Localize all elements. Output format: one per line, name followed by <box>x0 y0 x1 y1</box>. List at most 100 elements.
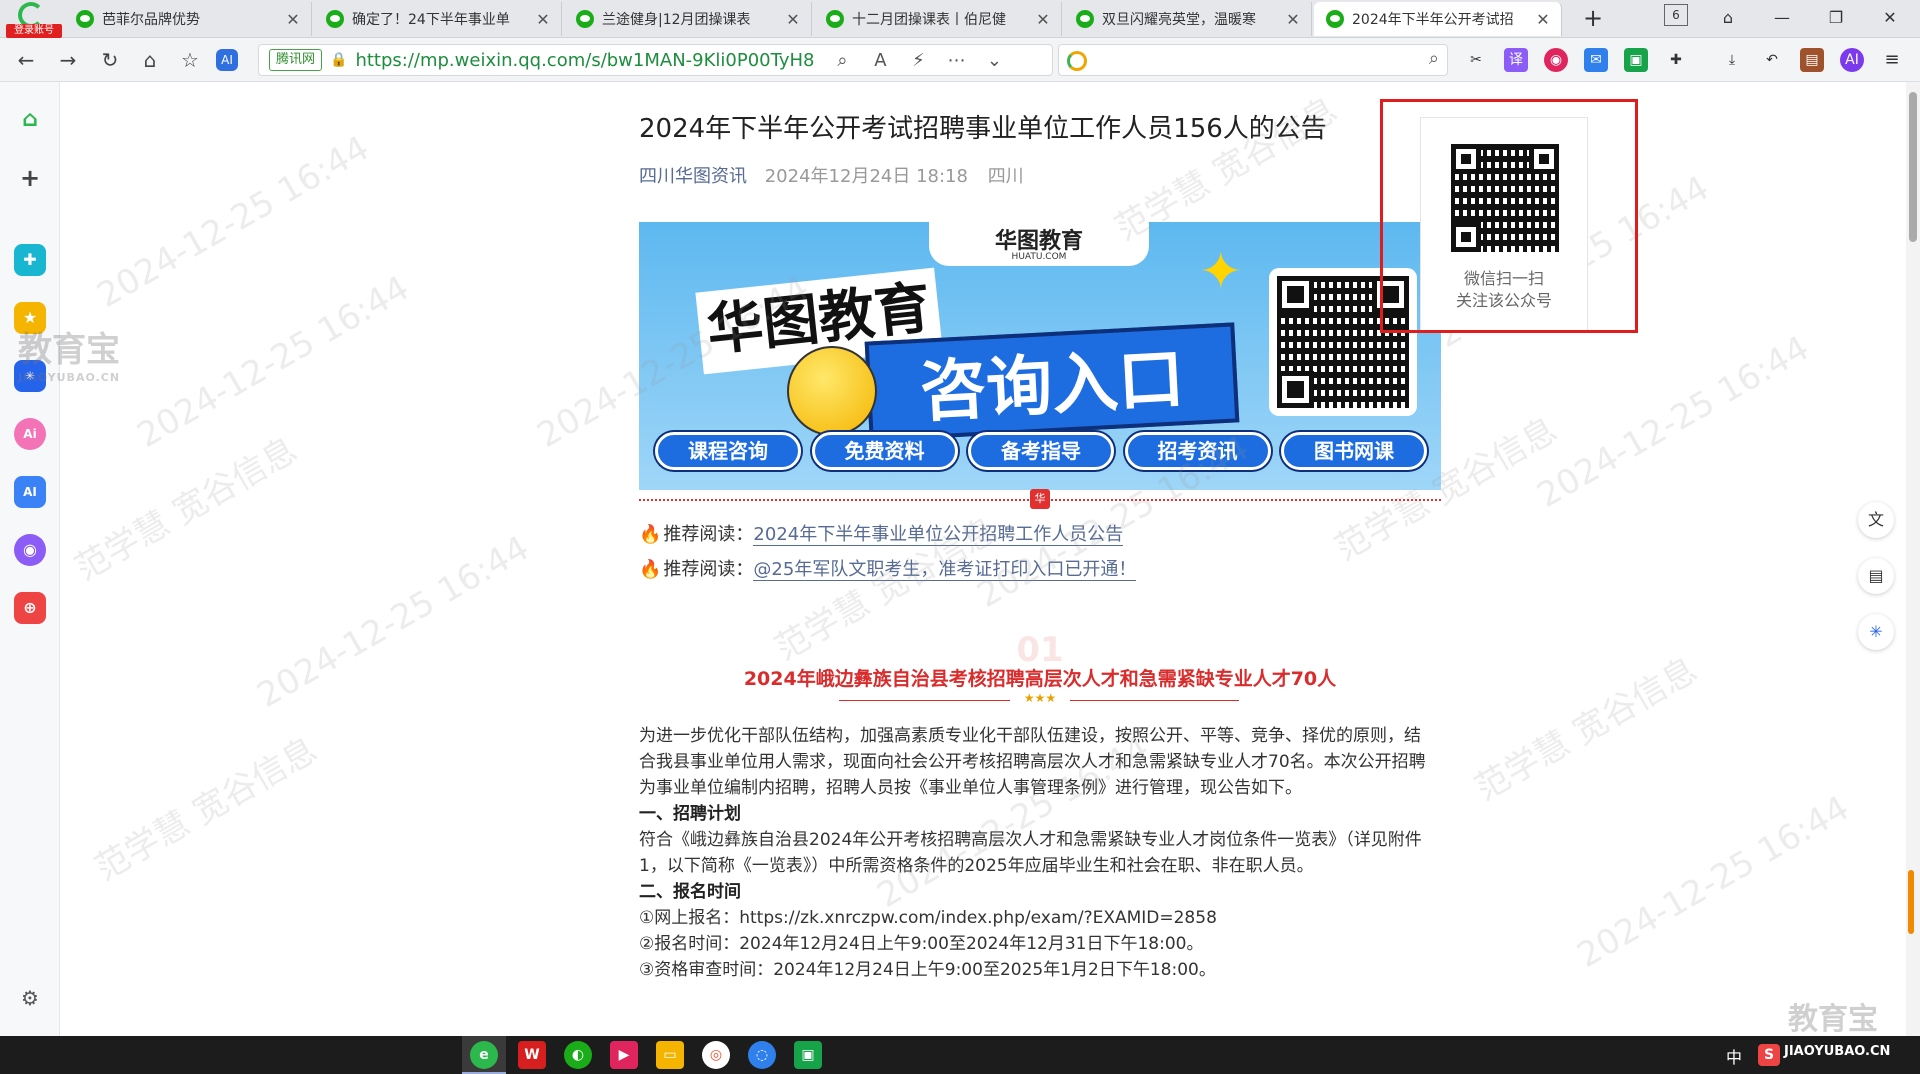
banner-button[interactable]: 图书网课 <box>1281 432 1427 470</box>
banner-button[interactable]: 备考指导 <box>968 432 1114 470</box>
more-icon[interactable]: ⋯ <box>945 50 967 71</box>
cert-badge[interactable]: 腾讯网 <box>269 49 323 71</box>
url-text[interactable]: https://mp.weixin.qq.com/s/bw1MAN-9Kli0P… <box>355 50 815 71</box>
address-bar[interactable]: 腾讯网 🔒 https://mp.weixin.qq.com/s/bw1MAN-… <box>258 44 1053 76</box>
screen-app-icon[interactable]: ▣ <box>794 1041 822 1069</box>
bot-icon[interactable]: ◉ <box>14 534 46 566</box>
folder-icon[interactable]: ▭ <box>656 1041 684 1069</box>
tab-close-icon[interactable]: ✕ <box>785 10 801 29</box>
undo-icon[interactable]: ↶ <box>1760 48 1784 72</box>
emoji-icon <box>787 346 877 436</box>
tab-close-icon[interactable]: ✕ <box>1285 10 1301 29</box>
browser-tab-active[interactable]: 2024年下半年公开考试招 ✕ <box>1314 2 1562 36</box>
read-aloud-icon[interactable]: A <box>869 50 891 71</box>
gear-icon[interactable]: ⚙ <box>14 982 46 1014</box>
browser-tab[interactable]: 十二月团操课表丨伯尼健 ✕ <box>814 2 1062 36</box>
skin-icon[interactable]: ⌂ <box>1710 4 1746 32</box>
extensions-icon[interactable]: ✚ <box>1664 48 1688 72</box>
ai-app-icon[interactable]: AI <box>14 476 46 508</box>
minimize-button[interactable]: — <box>1764 4 1800 32</box>
browser-tab[interactable]: 芭菲尔品牌优势 ✕ <box>64 2 312 36</box>
wechat-icon <box>76 10 94 28</box>
recommend-link[interactable]: 2024年下半年事业单位公开招聘工作人员公告 <box>753 524 1124 546</box>
recommend-item: 🔥 推荐阅读：2024年下半年事业单位公开招聘工作人员公告 <box>639 524 1124 546</box>
ai-assistant-icon[interactable]: AI <box>216 49 238 71</box>
forward-icon[interactable]: → <box>54 46 82 74</box>
search-box[interactable]: ⌕ <box>1058 44 1448 76</box>
sparkle-icon: ✦ <box>1199 242 1243 302</box>
speed-icon[interactable]: ⚡ <box>907 50 929 71</box>
chevron-down-icon[interactable]: ⌄ <box>983 50 1005 71</box>
account-name[interactable]: 四川华图资讯 <box>639 166 747 187</box>
watermark: 2024-12-25 16:44 <box>250 528 536 716</box>
banner-headline-2: 咨询入口 <box>864 322 1240 442</box>
highlight-box <box>1380 99 1638 333</box>
menu-icon[interactable]: ≡ <box>1880 48 1904 72</box>
article-title: 2024年下半年公开考试招聘事业单位工作人员156人的公告 <box>639 114 1327 144</box>
recommend-link[interactable]: @25年军队文职考生，准考证打印入口已开通！ <box>753 559 1137 581</box>
translate-icon[interactable]: 译 <box>1504 48 1528 72</box>
publish-time: 2024年12月24日 18:18 <box>764 166 968 187</box>
banner-image[interactable]: 华图教育 HUATU.COM 华图教育 咨询入口 ✦ 课程咨询 免费资料 备考指… <box>639 222 1441 490</box>
reload-icon[interactable]: ↻ <box>96 46 124 74</box>
new-tab-button[interactable]: + <box>1578 4 1608 34</box>
browser-tab[interactable]: 兰途健身|12月团操课表 ✕ <box>564 2 812 36</box>
wps-icon[interactable]: W <box>518 1041 546 1069</box>
tab-close-icon[interactable]: ✕ <box>1035 10 1051 29</box>
banner-button[interactable]: 课程咨询 <box>655 432 801 470</box>
favorites-icon[interactable]: ☆ <box>176 46 204 74</box>
watermark: 范学慧 宽谷信息 <box>1468 650 1704 810</box>
banner-button[interactable]: 免费资料 <box>811 432 958 470</box>
mail-icon[interactable]: ✉ <box>1584 48 1608 72</box>
tab-close-icon[interactable]: ✕ <box>285 10 301 29</box>
browser-taskbar-icon[interactable]: e <box>470 1041 498 1069</box>
search-app-icon[interactable]: ◌ <box>748 1041 776 1069</box>
home-icon[interactable]: ⌂ <box>14 104 46 136</box>
wechat-taskbar-icon[interactable]: ◐ <box>564 1041 592 1069</box>
home-icon[interactable]: ⌂ <box>136 46 164 74</box>
app-icon-cyan[interactable]: ✚ <box>14 244 46 276</box>
banner-button[interactable]: 招考资讯 <box>1124 432 1271 470</box>
reader-icon[interactable]: ▣ <box>1624 48 1648 72</box>
game-icon[interactable]: ⊕ <box>14 592 46 624</box>
ai-icon[interactable]: Ai <box>14 418 46 450</box>
tab-count-icon[interactable]: 6 <box>1664 4 1688 26</box>
chrome-icon[interactable]: ◎ <box>702 1041 730 1069</box>
browser-logo[interactable]: 登录账号 <box>6 2 62 38</box>
scrollbar-thumb[interactable] <box>1909 92 1917 242</box>
reader-float-icon[interactable]: ▤ <box>1858 558 1894 594</box>
tab-title: 兰途健身|12月团操课表 <box>602 12 751 28</box>
watermark: 2024-12-25 16:44 <box>1570 788 1856 976</box>
translate-float-icon[interactable]: 文 <box>1858 502 1894 538</box>
maximize-button[interactable]: ❐ <box>1818 4 1854 32</box>
tab-title: 2024年下半年公开考试招 <box>1352 12 1514 28</box>
login-badge[interactable]: 登录账号 <box>6 24 62 38</box>
tab-title: 十二月团操课表丨伯尼健 <box>852 12 1006 28</box>
brand-logo: 华图教育 HUATU.COM <box>929 222 1149 266</box>
close-window-button[interactable]: ✕ <box>1872 4 1908 32</box>
tab-close-icon[interactable]: ✕ <box>1535 10 1551 29</box>
site-logo-watermark: 教育宝 <box>1788 1002 1878 1037</box>
fire-icon: 🔥 <box>639 559 662 580</box>
wechat-icon <box>826 10 844 28</box>
sogou-icon[interactable]: S <box>1758 1044 1780 1066</box>
page-content: 2024年下半年公开考试招聘事业单位工作人员156人的公告 四川华图资讯 202… <box>18 82 1920 1037</box>
toolbox-icon[interactable]: ▤ <box>1800 48 1824 72</box>
tab-close-icon[interactable]: ✕ <box>535 10 551 29</box>
download-icon[interactable]: ⤓ <box>1720 48 1744 72</box>
back-icon[interactable]: ← <box>12 46 40 74</box>
section-title: 2024年峨边彝族自治县考核招聘高层次人才和急需紧缺专业人才70人 <box>743 668 1337 690</box>
network-float-icon[interactable]: ✳ <box>1858 614 1894 650</box>
search-icon[interactable]: ⌕ <box>1429 48 1439 69</box>
ai-chat-icon[interactable]: AI <box>1840 48 1864 72</box>
paragraph-line: ③资格审查时间：2024年12月24日上午9:00至2025年1月2日下午18:… <box>639 960 1216 980</box>
screenshot-icon[interactable]: ✂ <box>1464 48 1488 72</box>
app-taskbar-icon[interactable]: ▶ <box>610 1041 638 1069</box>
weibo-icon[interactable]: ◉ <box>1544 48 1568 72</box>
add-icon[interactable]: + <box>14 162 46 194</box>
ime-indicator[interactable]: 中 <box>1726 1044 1742 1068</box>
browser-tab[interactable]: 确定了！24下半年事业单 ✕ <box>314 2 562 36</box>
watermark: 范学慧 宽谷信息 <box>88 730 324 890</box>
zoom-icon[interactable]: ⌕ <box>831 50 853 71</box>
browser-tab[interactable]: 双旦闪耀亮英堂，温暖寒 ✕ <box>1064 2 1312 36</box>
